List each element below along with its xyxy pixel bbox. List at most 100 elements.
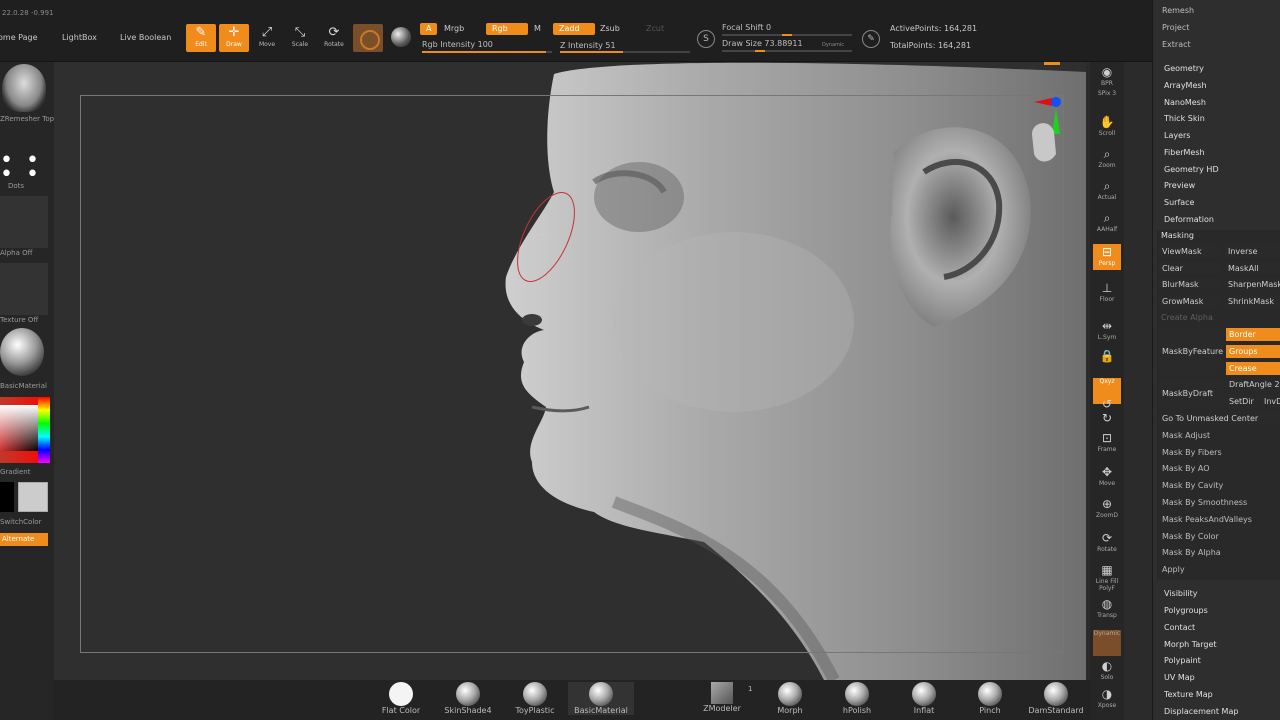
section-uv-map[interactable]: UV Map xyxy=(1164,673,1195,682)
shelf-button-21[interactable]: ◑ Xpose xyxy=(1093,686,1121,712)
maskall-button[interactable]: MaskAll xyxy=(1225,262,1280,275)
shelf-button-18[interactable]: ◍ Transp xyxy=(1093,596,1121,622)
scale-button[interactable]: ⤡ Scale xyxy=(285,24,315,52)
rgb-toggle[interactable]: Rgb xyxy=(486,23,528,35)
inverse-button[interactable]: Inverse xyxy=(1225,245,1280,258)
move-button[interactable]: ⤢ Move xyxy=(252,24,282,52)
go-to-unmasked-center-button[interactable]: Go To Unmasked Center xyxy=(1159,412,1280,425)
material-toyplastic[interactable]: ToyPlastic xyxy=(505,682,565,715)
section-masking[interactable]: Masking xyxy=(1161,231,1194,240)
create-alpha-button[interactable]: Create Alpha xyxy=(1161,313,1213,322)
brush-size-icon[interactable]: ✎ xyxy=(862,30,880,48)
dynamic-label[interactable]: Dynamic xyxy=(822,42,844,48)
section-layers[interactable]: Layers xyxy=(1164,131,1190,140)
tab-live-boolean[interactable]: Live Boolean xyxy=(120,33,171,42)
brush-hpolish[interactable]: hPolish xyxy=(827,682,887,715)
remesh-item[interactable]: Remesh xyxy=(1162,6,1194,15)
shelf-button-5[interactable]: ⌕ AAHalf xyxy=(1093,210,1121,236)
section-visibility[interactable]: Visibility xyxy=(1164,589,1198,598)
mask-by-smoothness-item[interactable]: Mask By Smoothness xyxy=(1162,498,1247,507)
section-polygroups[interactable]: Polygroups xyxy=(1164,606,1208,615)
brush-damstandard[interactable]: DamStandard xyxy=(1026,682,1086,715)
viewmask-button[interactable]: ViewMask xyxy=(1159,245,1221,258)
hue-strip[interactable] xyxy=(38,397,50,463)
stroke-dots-icon[interactable]: • • • • xyxy=(0,150,54,186)
material-swatch-button[interactable] xyxy=(353,24,383,52)
shelf-button-16[interactable]: ⟳ Rotate xyxy=(1093,530,1121,556)
section-geometry-hd[interactable]: Geometry HD xyxy=(1164,165,1219,174)
shelf-button-19[interactable]: Dynamic xyxy=(1093,630,1121,656)
focal-shift-icon[interactable]: S xyxy=(697,30,715,48)
color-picker[interactable] xyxy=(0,397,50,463)
matcap-orb-icon[interactable] xyxy=(391,27,411,47)
mask-by-fibers-item[interactable]: Mask By Fibers xyxy=(1162,448,1222,457)
texture-slot[interactable] xyxy=(0,263,48,315)
shelf-button-7[interactable]: ⊥ Floor xyxy=(1093,280,1121,306)
shelf-button-17[interactable]: ▦ Line Fill PolyF xyxy=(1093,562,1121,592)
section-arraymesh[interactable]: ArrayMesh xyxy=(1164,81,1207,90)
brush-pinch[interactable]: Pinch xyxy=(960,682,1020,715)
section-preview[interactable]: Preview xyxy=(1164,181,1195,190)
shelf-button-15[interactable]: ⊕ ZoomD xyxy=(1093,496,1121,522)
mask-peaks-valleys-item[interactable]: Mask PeaksAndValleys xyxy=(1162,515,1252,524)
tab-lightbox[interactable]: LightBox xyxy=(62,33,97,42)
shelf-button-4[interactable]: ⌕ Actual xyxy=(1093,178,1121,204)
section-fibermesh[interactable]: FiberMesh xyxy=(1164,148,1205,157)
section-surface[interactable]: Surface xyxy=(1164,198,1194,207)
mask-adjust-item[interactable]: Mask Adjust xyxy=(1162,431,1210,440)
section-polypaint[interactable]: Polypaint xyxy=(1164,656,1201,665)
switch-color-label[interactable]: SwitchColor xyxy=(0,518,54,526)
edit-button[interactable]: ✎ Edit xyxy=(186,24,216,52)
blurmask-button[interactable]: BlurMask xyxy=(1159,278,1221,291)
canvas-scroll-marker[interactable] xyxy=(1044,62,1060,65)
mask-by-cavity-item[interactable]: Mask By Cavity xyxy=(1162,481,1223,490)
orientation-gizmo-icon[interactable] xyxy=(1022,94,1082,184)
shelf-button-2[interactable]: ✋ Scroll xyxy=(1093,114,1121,140)
shelf-button-9[interactable]: 🔒 xyxy=(1093,348,1121,374)
document-viewport[interactable] xyxy=(54,62,1086,680)
alpha-slot[interactable] xyxy=(0,196,48,248)
growmask-button[interactable]: GrowMask xyxy=(1159,295,1221,308)
clear-mask-button[interactable]: Clear xyxy=(1159,262,1221,275)
a-toggle[interactable]: A xyxy=(420,23,438,35)
shelf-button-6[interactable]: ⊟ Persp xyxy=(1093,244,1121,270)
rotate-button[interactable]: ⟳ Rotate xyxy=(319,24,349,52)
shelf-button-3[interactable]: ⌕ Zoom xyxy=(1093,146,1121,172)
material-sphere-icon[interactable] xyxy=(0,328,44,376)
groups-toggle[interactable]: Groups xyxy=(1226,345,1280,358)
mrgb-toggle[interactable]: Mrgb xyxy=(438,23,470,35)
zcut-toggle[interactable]: Zcut xyxy=(640,23,670,35)
apply-item[interactable]: Apply xyxy=(1162,565,1185,574)
maskbyfeature-button[interactable]: MaskByFeature xyxy=(1159,328,1223,375)
mask-by-ao-item[interactable]: Mask By AO xyxy=(1162,464,1210,473)
tab-home-page[interactable]: Home Page xyxy=(0,33,38,42)
section-geometry[interactable]: Geometry xyxy=(1164,64,1204,73)
extract-item[interactable]: Extract xyxy=(1162,40,1191,49)
draftangle-slider[interactable]: DraftAngle 2 xyxy=(1226,378,1280,391)
material-skinshade4[interactable]: SkinShade4 xyxy=(438,682,498,715)
section-contact[interactable]: Contact xyxy=(1164,623,1195,632)
secondary-color-swatch[interactable] xyxy=(18,482,48,512)
draw-button[interactable]: ✛ Draw xyxy=(219,24,249,52)
shelf-button-13[interactable]: ⊡ Frame xyxy=(1093,430,1121,456)
section-texture-map[interactable]: Texture Map xyxy=(1164,690,1213,699)
m-toggle[interactable]: M xyxy=(528,23,547,35)
section-deformation[interactable]: Deformation xyxy=(1164,215,1214,224)
shelf-button-0[interactable]: ◉ BPR xyxy=(1093,64,1121,90)
zsub-toggle[interactable]: Zsub xyxy=(594,23,626,35)
setdir-button[interactable]: SetDir xyxy=(1226,395,1259,408)
shrinkmask-button[interactable]: ShrinkMask xyxy=(1225,295,1280,308)
brush-thumbnail[interactable] xyxy=(2,64,46,112)
color-field[interactable] xyxy=(0,405,38,451)
section-morph-target[interactable]: Morph Target xyxy=(1164,640,1217,649)
invdir-button[interactable]: InvDir xyxy=(1261,395,1280,408)
section-displacement-map[interactable]: Displacement Map xyxy=(1164,707,1238,716)
material-flat-color[interactable]: Flat Color xyxy=(371,682,431,715)
crease-toggle[interactable]: Crease xyxy=(1226,362,1280,375)
mask-by-color-item[interactable]: Mask By Color xyxy=(1162,532,1219,541)
brush-morph[interactable]: Morph xyxy=(760,682,820,715)
sharpenmask-button[interactable]: SharpenMask xyxy=(1225,278,1280,291)
draw-size-slider[interactable] xyxy=(722,50,852,52)
material-basicmaterial[interactable]: BasicMaterial xyxy=(568,682,634,715)
shelf-button-8[interactable]: ⇹ L.Sym xyxy=(1093,318,1121,344)
